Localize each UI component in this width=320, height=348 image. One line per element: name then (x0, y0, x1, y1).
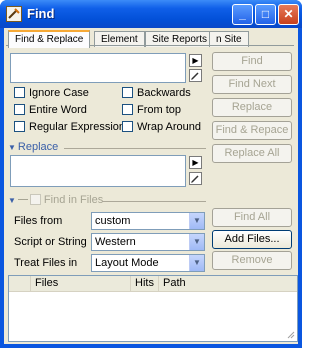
find-window: Find _ □ ✕ Find & Replace Element Site R… (0, 0, 302, 348)
checkbox-box[interactable] (14, 104, 25, 115)
collapse-triangle-icon: ▼ (8, 196, 16, 205)
from-top-checkbox[interactable]: From top (122, 104, 181, 118)
find-and-replace-button[interactable]: Find & Repace (212, 121, 292, 140)
replace-label: Replace (17, 141, 59, 153)
find-in-files-checkbox[interactable] (29, 194, 41, 205)
ignore-case-label: Ignore Case (29, 87, 89, 99)
regular-expression-label: Regular Expression (29, 121, 125, 133)
resize-grip-icon[interactable] (285, 329, 295, 339)
treat-files-in-value: Layout Mode (95, 257, 159, 269)
column-header-blank[interactable] (9, 276, 31, 291)
ignore-case-checkbox[interactable]: Ignore Case (14, 87, 89, 101)
title-bar[interactable]: Find _ □ ✕ (0, 0, 302, 28)
maximize-button[interactable]: □ (255, 4, 276, 25)
replace-all-button[interactable]: Replace All (212, 144, 292, 163)
column-header-hits[interactable]: Hits (131, 276, 159, 291)
backwards-label: Backwards (137, 87, 191, 99)
find-button[interactable]: Find (212, 52, 292, 71)
column-header-files[interactable]: Files (31, 276, 131, 291)
checkbox-box[interactable] (14, 87, 25, 98)
replace-text-input[interactable] (10, 155, 186, 187)
chevron-down-icon[interactable]: ▼ (189, 213, 204, 229)
collapse-triangle-icon: ▼ (8, 143, 16, 152)
find-text-input[interactable] (10, 53, 186, 83)
results-header: Files Hits Path (9, 276, 297, 292)
divider (17, 199, 28, 200)
treat-files-in-select[interactable]: Layout Mode ▼ (91, 254, 205, 272)
entire-word-checkbox[interactable]: Entire Word (14, 104, 87, 118)
script-or-string-label: Script or String (14, 236, 87, 248)
backwards-checkbox[interactable]: Backwards (122, 87, 191, 101)
script-or-string-select[interactable]: Western ▼ (91, 233, 205, 251)
close-button[interactable]: ✕ (278, 4, 299, 25)
files-from-value: custom (95, 215, 131, 227)
window-title: Find (27, 6, 55, 21)
files-from-select[interactable]: custom ▼ (91, 212, 205, 230)
find-pencil-icon[interactable] (189, 69, 202, 82)
wrap-around-label: Wrap Around (137, 121, 202, 133)
checkbox-box[interactable] (122, 121, 133, 132)
find-all-button[interactable]: Find All (212, 208, 292, 227)
minimize-button[interactable]: _ (232, 4, 253, 25)
from-top-label: From top (137, 104, 182, 116)
divider (64, 148, 206, 149)
dialog-body: Find & Replace Element Site Reports n Si… (4, 28, 298, 344)
chevron-down-icon[interactable]: ▼ (189, 234, 204, 250)
wrap-around-checkbox[interactable]: Wrap Around (122, 121, 201, 135)
find-next-button[interactable]: Find Next (212, 75, 292, 94)
add-files-button[interactable]: Add Files... (212, 230, 292, 249)
regular-expression-checkbox[interactable]: Regular Expression (14, 121, 125, 135)
find-in-files-label: Find in Files (43, 194, 104, 206)
results-table[interactable]: Files Hits Path (8, 275, 298, 342)
find-in-files-header[interactable]: ▼ Find in Files (8, 194, 103, 206)
files-from-label: Files from (14, 215, 63, 227)
checkbox-box[interactable] (122, 104, 133, 115)
entire-word-label: Entire Word (29, 104, 87, 116)
find-app-icon (6, 6, 22, 22)
remove-button[interactable]: Remove (212, 251, 292, 270)
tab-find-replace[interactable]: Find & Replace (8, 30, 91, 48)
column-header-path[interactable]: Path (159, 276, 297, 291)
script-or-string-value: Western (95, 236, 136, 248)
replace-pencil-icon[interactable] (189, 172, 202, 185)
find-history-arrow-icon[interactable]: ▶ (189, 54, 202, 67)
replace-section-header[interactable]: ▼ Replace (8, 141, 58, 153)
replace-history-arrow-icon[interactable]: ▶ (189, 156, 202, 169)
checkbox-box[interactable] (122, 87, 133, 98)
chevron-down-icon[interactable]: ▼ (189, 255, 204, 271)
checkbox-box[interactable] (14, 121, 25, 132)
divider (102, 201, 206, 202)
treat-files-in-label: Treat Files in (14, 257, 78, 269)
replace-button[interactable]: Replace (212, 98, 292, 117)
